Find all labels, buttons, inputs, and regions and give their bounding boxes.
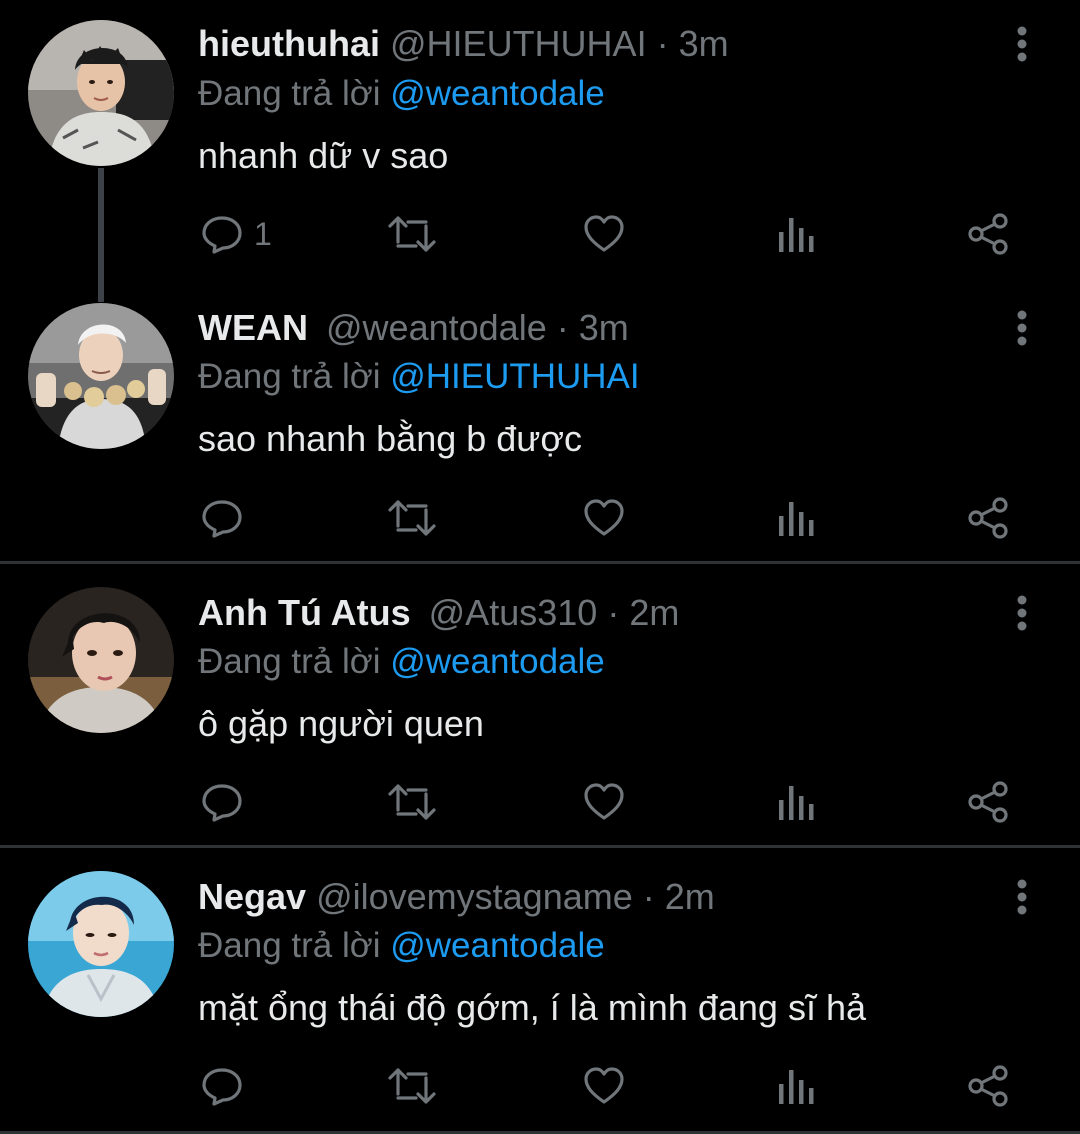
more-options-button[interactable]: [1002, 22, 1042, 66]
tweet[interactable]: WEAN @weantodale · 3m Đang trả lời @HIEU…: [0, 283, 1080, 561]
reply-button[interactable]: 1: [200, 209, 272, 259]
tweet-text: ô gặp người quen: [198, 703, 484, 744]
author-handle[interactable]: @Atus310: [429, 592, 598, 633]
author-handle[interactable]: @weantodale: [326, 307, 547, 348]
analytics-icon: [779, 218, 814, 252]
mention-link[interactable]: @weantodale: [390, 642, 605, 681]
action-bar: [0, 777, 1080, 827]
timestamp[interactable]: 2m: [665, 876, 715, 917]
analytics-icon: [779, 502, 814, 536]
replying-to-label: Đang trả lời: [198, 357, 381, 396]
share-icon: [968, 781, 1008, 823]
tweet-text: sao nhanh bằng b được: [198, 418, 582, 459]
retweet-button[interactable]: [386, 777, 438, 827]
reply-button[interactable]: [200, 777, 254, 827]
tweet[interactable]: Negav @ilovemystagname · 2m Đang trả lời…: [0, 851, 1080, 1131]
tweet[interactable]: hieuthuhai @HIEUTHUHAI · 3m Đang trả lời…: [0, 0, 1080, 282]
more-vertical-icon: [1017, 879, 1027, 915]
timestamp[interactable]: 3m: [679, 23, 729, 64]
tweet-divider: [0, 845, 1080, 848]
separator: ·: [607, 592, 620, 633]
analytics-button[interactable]: [776, 1061, 816, 1111]
separator: ·: [556, 307, 569, 348]
share-button[interactable]: [966, 1061, 1012, 1111]
share-button[interactable]: [966, 209, 1012, 259]
share-button[interactable]: [966, 493, 1012, 543]
retweet-icon: [388, 500, 436, 536]
like-button[interactable]: [582, 209, 626, 259]
like-button[interactable]: [582, 493, 626, 543]
replying-to-label: Đang trả lời: [198, 926, 381, 965]
share-button[interactable]: [966, 777, 1012, 827]
tweet-header: Anh Tú Atus @Atus310 · 2m: [198, 591, 679, 635]
action-bar: 1: [0, 209, 1080, 259]
retweet-icon: [388, 216, 436, 252]
analytics-button[interactable]: [776, 209, 816, 259]
tweet-header: hieuthuhai @HIEUTHUHAI · 3m: [198, 22, 729, 66]
separator: ·: [642, 876, 655, 917]
author-name[interactable]: Anh Tú Atus: [198, 592, 411, 633]
more-options-button[interactable]: [1002, 591, 1042, 635]
analytics-icon: [779, 786, 814, 820]
avatar[interactable]: [28, 303, 174, 449]
retweet-icon: [388, 1068, 436, 1104]
share-icon: [968, 213, 1008, 255]
replying-to: Đang trả lời @weantodale: [198, 72, 605, 116]
timestamp[interactable]: 2m: [629, 592, 679, 633]
reply-count: 1: [254, 216, 272, 252]
more-vertical-icon: [1017, 310, 1027, 346]
replying-to: Đang trả lời @weantodale: [198, 924, 605, 968]
more-vertical-icon: [1017, 26, 1027, 62]
tweet-header: Negav @ilovemystagname · 2m: [198, 875, 715, 919]
replying-to: Đang trả lời @HIEUTHUHAI: [198, 355, 640, 399]
like-icon: [584, 783, 624, 820]
author-name[interactable]: Negav: [198, 876, 306, 917]
reply-icon: [202, 216, 242, 254]
tweet-text: nhanh dữ v sao: [198, 135, 449, 176]
reply-icon: [202, 784, 242, 822]
like-icon: [584, 1067, 624, 1104]
separator: ·: [656, 23, 669, 64]
mention-link[interactable]: @weantodale: [390, 74, 605, 113]
reply-icon: [202, 500, 242, 538]
retweet-button[interactable]: [386, 1061, 438, 1111]
author-name[interactable]: hieuthuhai: [198, 23, 380, 64]
author-name[interactable]: WEAN: [198, 307, 308, 348]
tweet-text: mặt ổng thái độ gớm, í là mình đang sĩ h…: [198, 987, 866, 1028]
action-bar: [0, 493, 1080, 543]
tweet-divider: [0, 561, 1080, 564]
like-icon: [584, 499, 624, 536]
replying-to: Đang trả lời @weantodale: [198, 640, 605, 684]
more-options-button[interactable]: [1002, 875, 1042, 919]
author-handle[interactable]: @HIEUTHUHAI: [390, 23, 647, 64]
reply-button[interactable]: [200, 1061, 254, 1111]
analytics-icon: [779, 1070, 814, 1104]
mention-link[interactable]: @HIEUTHUHAI: [390, 357, 639, 396]
more-vertical-icon: [1017, 595, 1027, 631]
share-icon: [968, 1065, 1008, 1107]
reply-icon: [202, 1068, 242, 1106]
more-options-button[interactable]: [1002, 306, 1042, 350]
replying-to-label: Đang trả lời: [198, 642, 381, 681]
retweet-button[interactable]: [386, 209, 438, 259]
replying-to-label: Đang trả lời: [198, 74, 381, 113]
reply-button[interactable]: [200, 493, 254, 543]
avatar[interactable]: [28, 20, 174, 166]
avatar[interactable]: [28, 587, 174, 733]
avatar[interactable]: [28, 871, 174, 1017]
action-bar: [0, 1061, 1080, 1111]
share-icon: [968, 497, 1008, 539]
like-button[interactable]: [582, 1061, 626, 1111]
like-icon: [584, 215, 624, 252]
mention-link[interactable]: @weantodale: [390, 926, 605, 965]
like-button[interactable]: [582, 777, 626, 827]
analytics-button[interactable]: [776, 777, 816, 827]
author-handle[interactable]: @ilovemystagname: [316, 876, 633, 917]
analytics-button[interactable]: [776, 493, 816, 543]
retweet-icon: [388, 784, 436, 820]
tweet-header: WEAN @weantodale · 3m: [198, 306, 629, 350]
retweet-button[interactable]: [386, 493, 438, 543]
timestamp[interactable]: 3m: [579, 307, 629, 348]
tweet[interactable]: Anh Tú Atus @Atus310 · 2m Đang trả lời @…: [0, 567, 1080, 845]
